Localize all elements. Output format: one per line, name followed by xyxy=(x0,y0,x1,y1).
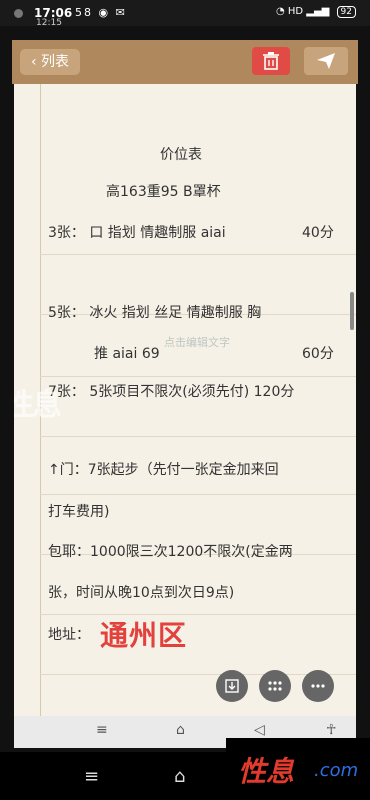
note-line: 打车费用) xyxy=(48,504,110,520)
system-menu-icon[interactable]: ≡ xyxy=(84,766,99,787)
grid-icon xyxy=(268,681,282,691)
chevron-left-icon: ‹ xyxy=(30,54,37,70)
note-line: 3张： 口 指划 情趣制服 aiai xyxy=(48,225,226,241)
more-icon xyxy=(311,684,325,688)
note-line: 推 aiai 69 xyxy=(94,346,160,362)
note-line: 包耶：1000限三次1200不限次(定金两 xyxy=(48,544,293,560)
note-line: ↑门：7张起步（先付一张定金加来回 xyxy=(48,462,279,478)
brand-domain: .com xyxy=(314,760,359,781)
download-icon xyxy=(225,679,239,693)
hd-badge: HD xyxy=(287,6,304,17)
note-line: 张，时间从晚10点到次日9点) xyxy=(48,585,235,601)
trash-icon xyxy=(263,52,279,70)
system-home-icon[interactable]: ⌂ xyxy=(174,766,185,787)
back-icon[interactable]: ◁ xyxy=(254,722,265,738)
ruled-line xyxy=(40,436,356,437)
wifi-icon: ◔ xyxy=(275,6,285,17)
battery-indicator: 92 xyxy=(336,6,356,18)
home-icon[interactable]: ⌂ xyxy=(176,722,185,738)
status-right: ◔ HD ▂▄▆ 92 xyxy=(276,6,356,18)
download-button[interactable] xyxy=(216,670,248,702)
note-line: 5张： 冰火 指划 丝足 情趣制服 胸 xyxy=(48,305,262,321)
accessibility-icon[interactable]: ☥ xyxy=(326,722,336,738)
note-line: 高163重95 B罩杯 xyxy=(106,184,221,200)
note-title: 价位表 xyxy=(160,147,202,163)
status-bar: 17:06 12:15 58 ◉ ✉ ◔ HD ▂▄▆ 92 xyxy=(0,0,370,28)
send-button[interactable] xyxy=(304,47,348,75)
delete-button[interactable] xyxy=(252,47,290,75)
status-sub-time: 12:15 xyxy=(36,18,62,28)
note-price: 60分 xyxy=(302,346,334,362)
brand-watermark: 性息 .com xyxy=(226,738,370,800)
ruled-line xyxy=(40,254,356,255)
grid-menu-button[interactable] xyxy=(259,670,291,702)
send-icon xyxy=(317,53,335,69)
back-label: 列表 xyxy=(41,54,70,70)
address-handwritten: 通州区 xyxy=(100,619,188,652)
note-line: 7张： 5张项目不限次(必须先付) 120分 xyxy=(48,384,295,400)
status-left-icons: 58 ◉ ✉ xyxy=(75,6,127,19)
notification-badge: 58 xyxy=(75,6,93,19)
note-line: 地址： xyxy=(48,627,90,643)
ruled-line xyxy=(40,376,356,377)
edit-hint-overlay: 点击编辑文字 xyxy=(164,336,230,349)
note-price: 40分 xyxy=(302,225,334,241)
back-to-list-button[interactable]: ‹ 列表 xyxy=(20,49,80,75)
brand-logo-text: 性息 xyxy=(238,755,295,788)
more-button[interactable] xyxy=(302,670,334,702)
ruled-line xyxy=(40,494,356,495)
ruled-line xyxy=(40,614,356,615)
note-paper[interactable]: 价位表 高163重95 B罩杯 3张： 口 指划 情趣制服 aiai 40分 5… xyxy=(14,84,356,716)
scroll-indicator[interactable] xyxy=(350,292,354,330)
watermark-logo: 性息 xyxy=(14,388,62,423)
signal-icon: ▂▄▆ xyxy=(306,6,330,17)
menu-icon[interactable]: ≡ xyxy=(96,722,108,738)
notification-dot xyxy=(14,9,23,18)
app-toolbar: ‹ 列表 xyxy=(12,40,358,84)
